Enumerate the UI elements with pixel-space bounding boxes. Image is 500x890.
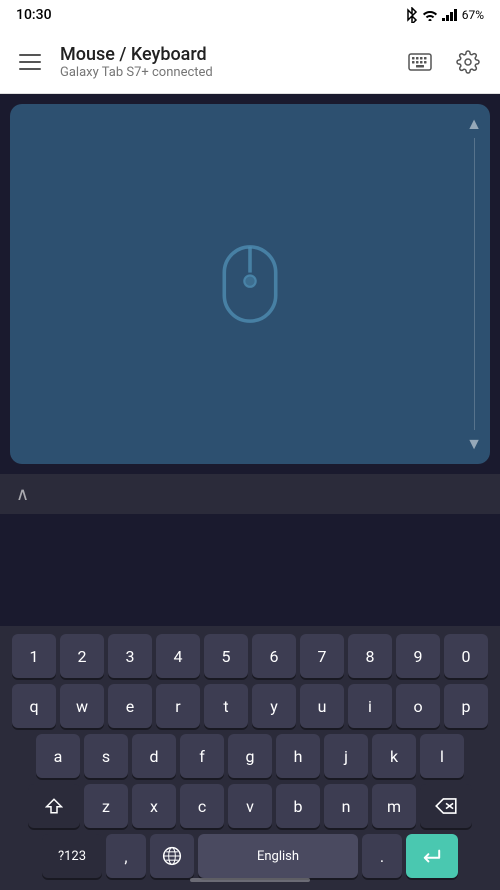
- key-s[interactable]: s: [84, 734, 128, 778]
- key-d[interactable]: d: [132, 734, 176, 778]
- scroll-up-arrow: ▲: [466, 116, 482, 132]
- key-g[interactable]: g: [228, 734, 272, 778]
- scroll-down-arrow: ▼: [466, 436, 482, 452]
- scroll-line: [474, 138, 475, 430]
- key-u[interactable]: u: [300, 684, 344, 728]
- signal-icon: [442, 9, 458, 21]
- key-5[interactable]: 5: [204, 634, 248, 678]
- key-w[interactable]: w: [60, 684, 104, 728]
- scroll-track[interactable]: ▲ ▼: [470, 116, 478, 452]
- key-comma[interactable]: ,: [106, 834, 146, 878]
- backspace-button[interactable]: [420, 784, 472, 828]
- bottom-key-row: ?123 , English .: [4, 834, 496, 878]
- space-button[interactable]: English: [198, 834, 358, 878]
- menu-icon: [19, 54, 41, 56]
- bluetooth-icon: [406, 7, 418, 23]
- key-i[interactable]: i: [348, 684, 392, 728]
- key-b[interactable]: b: [276, 784, 320, 828]
- key-6[interactable]: 6: [252, 634, 296, 678]
- key-8[interactable]: 8: [348, 634, 392, 678]
- enter-icon: [421, 847, 443, 865]
- menu-icon: [19, 68, 41, 70]
- shift-button[interactable]: [28, 784, 80, 828]
- bottom-handle: [190, 878, 310, 882]
- key-v[interactable]: v: [228, 784, 272, 828]
- key-0[interactable]: 0: [444, 634, 488, 678]
- key-o[interactable]: o: [396, 684, 440, 728]
- wifi-icon: [422, 9, 438, 21]
- collapse-button[interactable]: ∧: [16, 484, 29, 505]
- asdf-row: a s d f g h j k l: [4, 734, 496, 778]
- globe-button[interactable]: [150, 834, 194, 878]
- key-1[interactable]: 1: [12, 634, 56, 678]
- key-e[interactable]: e: [108, 684, 152, 728]
- key-h[interactable]: h: [276, 734, 320, 778]
- key-r[interactable]: r: [156, 684, 200, 728]
- key-period[interactable]: .: [362, 834, 402, 878]
- key-t[interactable]: t: [204, 684, 248, 728]
- key-7[interactable]: 7: [300, 634, 344, 678]
- status-icons: 67%: [406, 7, 484, 23]
- mouse-icon: [220, 244, 280, 324]
- menu-icon: [19, 61, 41, 63]
- shift-icon: [45, 797, 63, 815]
- touchpad-area[interactable]: ▲ ▼: [10, 104, 490, 464]
- number-row: 1 2 3 4 5 6 7 8 9 0: [4, 634, 496, 678]
- keyboard-icon: [408, 53, 432, 71]
- key-j[interactable]: j: [324, 734, 368, 778]
- key-4[interactable]: 4: [156, 634, 200, 678]
- key-y[interactable]: y: [252, 684, 296, 728]
- app-subtitle: Galaxy Tab S7+ connected: [60, 65, 388, 80]
- keyboard-container: 1 2 3 4 5 6 7 8 9 0 q w e r t y u i o p …: [0, 626, 500, 890]
- app-bar-actions: [400, 42, 488, 82]
- key-m[interactable]: m: [372, 784, 416, 828]
- key-n[interactable]: n: [324, 784, 368, 828]
- qwerty-row: q w e r t y u i o p: [4, 684, 496, 728]
- key-z[interactable]: z: [84, 784, 128, 828]
- keyboard-button[interactable]: [400, 42, 440, 82]
- key-2[interactable]: 2: [60, 634, 104, 678]
- numsym-button[interactable]: ?123: [42, 834, 102, 878]
- key-x[interactable]: x: [132, 784, 176, 828]
- space-label: English: [257, 849, 299, 864]
- gear-icon: [456, 50, 480, 74]
- enter-button[interactable]: [406, 834, 458, 878]
- key-9[interactable]: 9: [396, 634, 440, 678]
- key-p[interactable]: p: [444, 684, 488, 728]
- settings-button[interactable]: [448, 42, 488, 82]
- bottom-bar: ∧: [0, 474, 500, 514]
- app-bar: Mouse / Keyboard Galaxy Tab S7+ connecte…: [0, 30, 500, 94]
- key-f[interactable]: f: [180, 734, 224, 778]
- status-time: 10:30: [16, 7, 52, 23]
- key-3[interactable]: 3: [108, 634, 152, 678]
- key-q[interactable]: q: [12, 684, 56, 728]
- globe-icon: [162, 846, 182, 866]
- battery-icon: 67%: [462, 8, 484, 22]
- app-title: Mouse / Keyboard: [60, 44, 388, 65]
- backspace-icon: [435, 798, 457, 814]
- numsym-label: ?123: [58, 849, 86, 864]
- key-a[interactable]: a: [36, 734, 80, 778]
- key-k[interactable]: k: [372, 734, 416, 778]
- status-bar: 10:30 67%: [0, 0, 500, 30]
- menu-button[interactable]: [12, 44, 48, 80]
- app-bar-title-area: Mouse / Keyboard Galaxy Tab S7+ connecte…: [60, 44, 388, 80]
- key-l[interactable]: l: [420, 734, 464, 778]
- key-c[interactable]: c: [180, 784, 224, 828]
- zxcv-row: z x c v b n m: [4, 784, 496, 828]
